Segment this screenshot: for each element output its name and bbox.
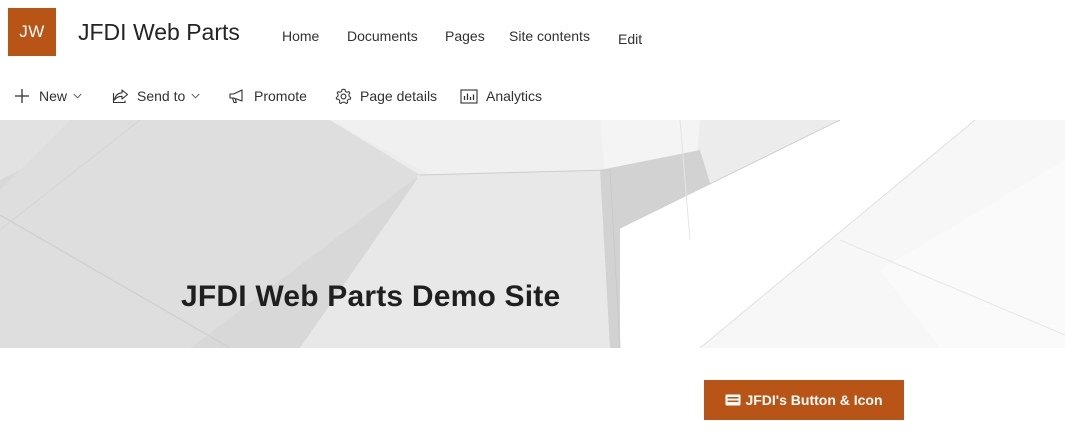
promote-button[interactable]: Promote: [228, 80, 307, 112]
send-to-button[interactable]: Send to: [111, 80, 200, 112]
page-details-button[interactable]: Page details: [334, 80, 437, 112]
new-label: New: [39, 88, 68, 104]
analytics-button[interactable]: Analytics: [460, 80, 542, 112]
gear-icon: [334, 87, 352, 105]
card-icon: [725, 394, 741, 406]
nav-edit[interactable]: Edit: [618, 31, 642, 47]
analytics-label: Analytics: [486, 88, 543, 104]
page-details-label: Page details: [360, 88, 438, 104]
plus-icon: [13, 87, 31, 105]
site-header: JW JFDI Web Parts Home Documents Pages S…: [0, 0, 1065, 76]
nav-home[interactable]: Home: [282, 28, 319, 44]
page-title: JFDI Web Parts Demo Site: [181, 280, 561, 313]
jfdi-button[interactable]: JFDI's Button & Icon: [704, 380, 904, 420]
site-logo[interactable]: JW: [8, 8, 56, 56]
new-button[interactable]: New: [13, 80, 82, 112]
site-title[interactable]: JFDI Web Parts: [78, 19, 240, 46]
site-logo-initials: JW: [19, 22, 45, 41]
promote-label: Promote: [254, 88, 307, 104]
send-to-label: Send to: [137, 88, 186, 104]
nav-documents[interactable]: Documents: [347, 28, 418, 44]
command-bar: New Send to Promote Page details Analyti…: [0, 80, 1065, 112]
share-icon: [111, 87, 129, 105]
megaphone-icon: [228, 87, 246, 105]
chevron-down-icon: [73, 93, 82, 99]
chevron-down-icon: [191, 93, 200, 99]
nav-pages[interactable]: Pages: [445, 28, 485, 44]
chart-icon: [460, 87, 478, 105]
jfdi-button-label: JFDI's Button & Icon: [745, 392, 883, 408]
hero-banner: JFDI Web Parts Demo Site: [0, 120, 1065, 348]
sharepoint-page: JW JFDI Web Parts Home Documents Pages S…: [0, 0, 1065, 442]
nav-site-contents[interactable]: Site contents: [509, 28, 590, 44]
